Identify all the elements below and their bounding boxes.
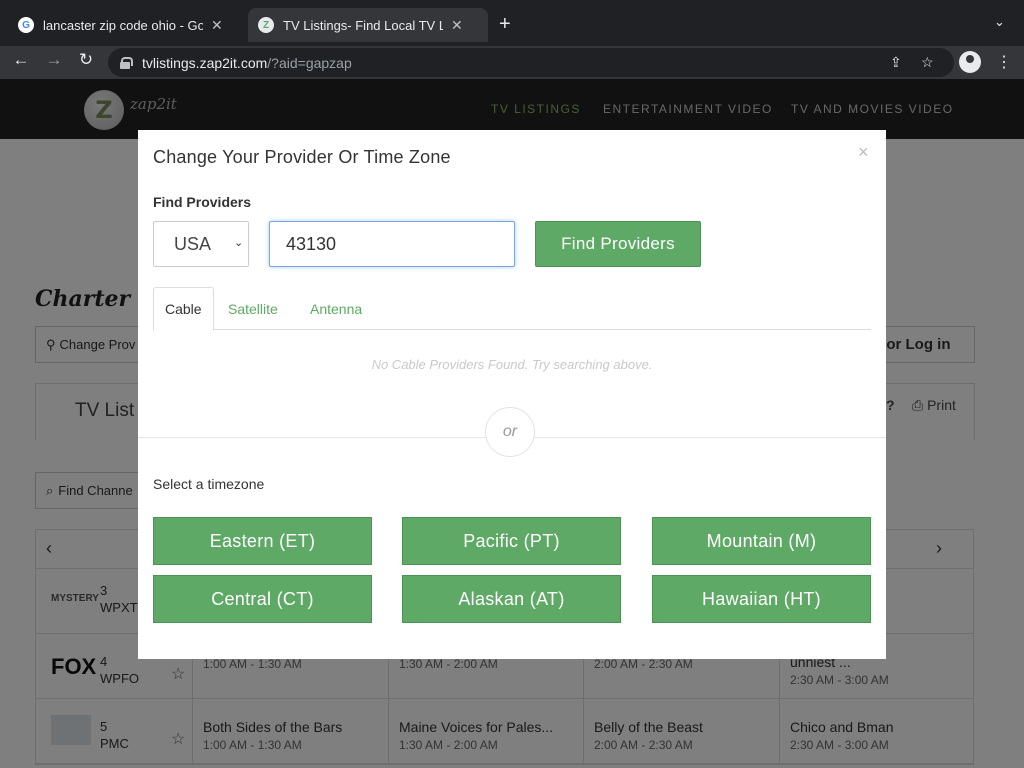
address-bar[interactable]: tvlistings.zap2it.com/?aid=gapzap ⇪ ☆ [108, 48, 954, 77]
timezone-eastern-button[interactable]: Eastern (ET) [153, 517, 372, 565]
browser-menu-icon[interactable]: ⋮ [996, 52, 1012, 72]
browser-tab-zap2it[interactable]: Z TV Listings- Find Local TV List ✕ [248, 8, 488, 42]
back-arrow-icon[interactable]: ← [9, 50, 33, 70]
page-content: Z zap2it TV LISTINGS ENTERTAINMENT VIDEO… [0, 79, 1024, 768]
find-providers-button[interactable]: Find Providers [535, 221, 701, 267]
country-select[interactable]: USA ⌄ [153, 221, 249, 267]
tab-title: TV Listings- Find Local TV List [283, 17, 443, 33]
tab-satellite[interactable]: Satellite [217, 287, 289, 330]
close-tab-icon[interactable]: ✕ [211, 17, 223, 34]
lock-icon [120, 56, 133, 69]
chevron-down-icon: ⌄ [234, 237, 244, 249]
zap2it-favicon-icon: Z [258, 17, 274, 33]
close-tab-icon[interactable]: ✕ [451, 17, 463, 34]
forward-arrow-icon[interactable]: → [42, 50, 66, 70]
timezone-central-button[interactable]: Central (CT) [153, 575, 372, 623]
close-icon[interactable]: × [858, 142, 869, 163]
timezone-pacific-button[interactable]: Pacific (PT) [402, 517, 621, 565]
google-favicon-icon: G [18, 17, 34, 33]
tab-cable[interactable]: Cable [153, 287, 214, 331]
share-icon[interactable]: ⇪ [890, 54, 902, 71]
browser-tab-bar: G lancaster zip code ohio - Goog ✕ Z TV … [0, 0, 1024, 46]
tab-search-chevron-icon[interactable]: ⌄ [994, 14, 1005, 30]
timezone-label: Select a timezone [153, 476, 265, 492]
timezone-alaskan-button[interactable]: Alaskan (AT) [402, 575, 621, 623]
provider-modal: Change Your Provider Or Time Zone × Find… [138, 130, 886, 659]
tab-antenna[interactable]: Antenna [299, 287, 373, 330]
new-tab-icon[interactable]: + [499, 13, 511, 36]
timezone-mountain-button[interactable]: Mountain (M) [652, 517, 871, 565]
browser-tab-google[interactable]: G lancaster zip code ohio - Goog ✕ [8, 8, 246, 42]
reload-icon[interactable]: ↻ [74, 50, 98, 70]
modal-title: Change Your Provider Or Time Zone [153, 147, 451, 167]
or-separator: or [485, 407, 535, 457]
provider-type-tabs: Cable Satellite Antenna [153, 287, 871, 331]
no-providers-message: No Cable Providers Found. Try searching … [371, 357, 653, 372]
tab-title: lancaster zip code ohio - Goog [43, 17, 203, 33]
url-host: tvlistings.zap2it.com [142, 54, 268, 71]
profile-avatar-icon[interactable] [959, 51, 981, 73]
country-value: USA [174, 233, 212, 254]
timezone-hawaiian-button[interactable]: Hawaiian (HT) [652, 575, 871, 623]
bookmark-star-icon[interactable]: ☆ [921, 54, 934, 71]
browser-toolbar: ← → ↻ tvlistings.zap2it.com/?aid=gapzap … [0, 46, 1024, 79]
url-path: /?aid=gapzap [267, 54, 352, 71]
zip-code-input[interactable]: 43130 [269, 221, 515, 267]
find-providers-label: Find Providers [153, 194, 252, 210]
